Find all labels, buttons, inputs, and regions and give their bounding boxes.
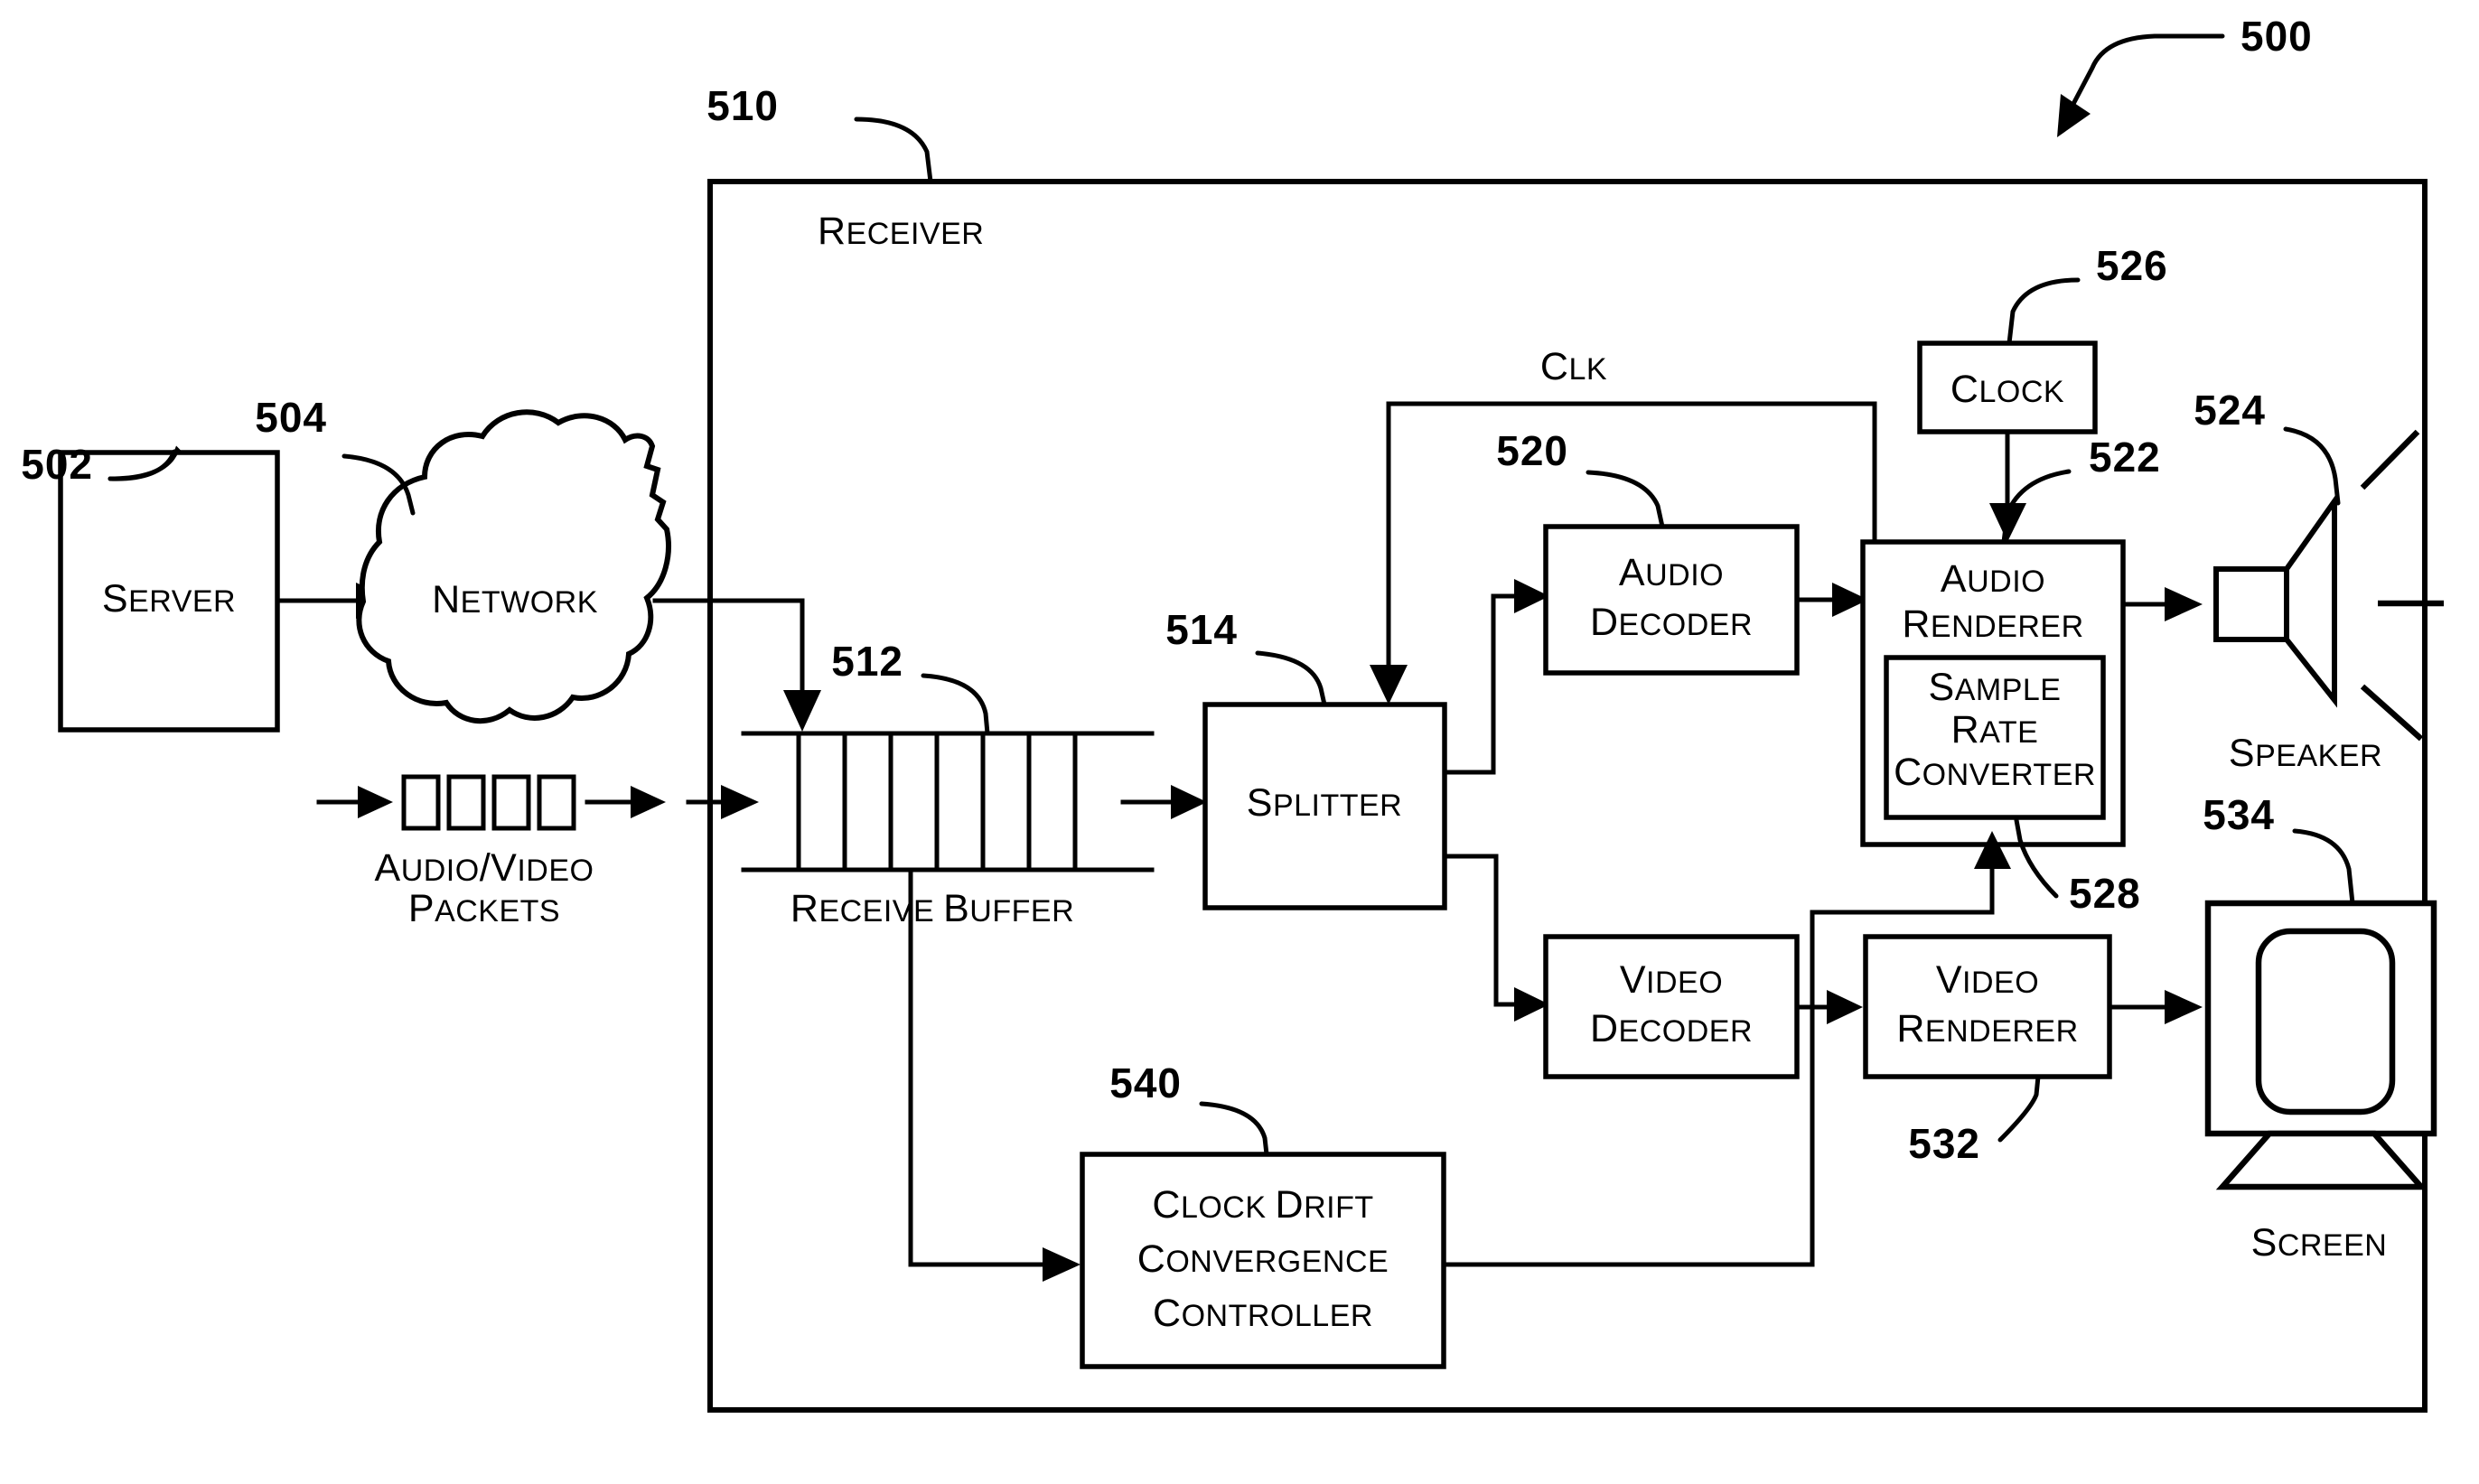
server-label: SERVER: [102, 577, 236, 621]
ref-label-528: 528: [2069, 870, 2141, 917]
clock-drift-line1: CLOCK DRIFT: [1152, 1183, 1373, 1227]
video-decoder-line2: DECODER: [1590, 1007, 1753, 1050]
ref-label-524: 524: [2194, 387, 2266, 434]
video-decoder-block: VIDEO DECODER: [1543, 934, 1800, 1079]
ref-label-502: 502: [21, 441, 93, 488]
src-line1: SAMPLE: [1929, 666, 2062, 709]
clock-block: CLOCK 526: [1917, 242, 2168, 542]
video-decoder-line1: VIDEO: [1620, 958, 1723, 1002]
src-line2: RATE: [1951, 708, 2039, 751]
speaker-wave-top: [2360, 429, 2420, 490]
ref-label-526: 526: [2096, 242, 2168, 289]
network-label: NETWORK: [432, 578, 598, 621]
path-buffer-to-clock-drift: [908, 872, 1080, 1282]
receive-buffer-label: RECEIVE BUFFER: [790, 887, 1074, 930]
src-line3: CONVERTER: [1894, 751, 2096, 794]
clock-label: CLOCK: [1950, 368, 2064, 411]
arrow-audio-decoder-to-renderer: [1794, 583, 1868, 617]
audio-decoder-box: [1543, 524, 1800, 676]
speaker-body: [2213, 566, 2289, 642]
audio-renderer-line1: AUDIO: [1941, 557, 2045, 601]
clock-drift-controller-block: CLOCK DRIFT CONVERGENCE CONTROLLER 540: [1080, 1059, 1446, 1369]
packet-2: [446, 774, 486, 831]
audio-decoder-block: AUDIO DECODER 520: [1496, 427, 1800, 676]
clock-drift-line2: CONVERGENCE: [1137, 1237, 1389, 1281]
video-renderer-block: VIDEO RENDERER 532: [1863, 934, 2112, 1167]
ref-label-540: 540: [1109, 1059, 1182, 1106]
audio-decoder-line2: DECODER: [1590, 601, 1753, 644]
packets-label-line1: AUDIO/VIDEO: [375, 846, 594, 890]
patent-figure: 500 RECEIVER 510 SERVER 502 NETWORK 504: [0, 0, 2479, 1484]
path-network-to-buffer: [652, 598, 821, 732]
arrow-audio-renderer-to-speaker: [2123, 587, 2203, 621]
arrow-buffer-to-splitter: [1120, 785, 1207, 819]
splitter-label: SPLITTER: [1247, 781, 1403, 825]
clk-label: CLK: [1540, 345, 1607, 388]
ref-label-522: 522: [2089, 434, 2161, 481]
server-block: SERVER 502: [21, 441, 280, 733]
path-splitter-to-video-decoder: [1442, 854, 1549, 1022]
arrow-video-renderer-to-screen: [2109, 990, 2203, 1024]
arrow-video-decoder-to-renderer: [1794, 990, 1863, 1024]
network-cloud: NETWORK 504: [255, 394, 671, 724]
video-decoder-box: [1543, 934, 1800, 1079]
ref-label-510: 510: [706, 82, 779, 129]
speaker-wave-bottom: [2360, 684, 2424, 742]
monitor-display: [2255, 928, 2396, 1115]
screen-label: SCREEN: [2251, 1221, 2388, 1265]
ref-label-500: 500: [2240, 13, 2313, 60]
block-diagram-canvas: 500 RECEIVER 510 SERVER 502 NETWORK 504: [21, 13, 2444, 1413]
ref-label-520: 520: [1496, 427, 1568, 474]
ref-label-532: 532: [1908, 1120, 1980, 1167]
packet-1: [401, 774, 441, 831]
screen-icon: 534 SCREEN: [2203, 791, 2437, 1265]
video-renderer-line2: RENDERER: [1896, 1007, 2078, 1050]
ref-label-514: 514: [1165, 606, 1238, 653]
figure-ref-500: 500: [2057, 13, 2313, 137]
audio-decoder-line1: AUDIO: [1619, 551, 1724, 594]
audio-video-packets: AUDIO/VIDEO PACKETS: [316, 774, 666, 930]
speaker-cone: [2284, 492, 2337, 708]
ref-label-534: 534: [2203, 791, 2275, 838]
clock-drift-line3: CONTROLLER: [1153, 1292, 1373, 1335]
network-cloud-shape: [356, 409, 671, 724]
audio-renderer-line2: RENDERER: [1902, 602, 2083, 646]
video-renderer-line1: VIDEO: [1936, 958, 2039, 1002]
ref-label-504: 504: [255, 394, 327, 441]
packets-label-line2: PACKETS: [408, 887, 560, 930]
monitor-stand: [2215, 1130, 2428, 1190]
ref-label-512: 512: [831, 638, 903, 685]
receiver-label: RECEIVER: [818, 210, 984, 253]
packet-4: [537, 774, 576, 831]
splitter-block: SPLITTER 514: [1165, 606, 1447, 910]
path-splitter-to-audio-decoder: [1442, 579, 1549, 775]
speaker-icon: 524 SPEAKER: [2194, 387, 2444, 775]
speaker-label: SPEAKER: [2229, 732, 2382, 775]
packet-3: [491, 774, 531, 831]
receive-buffer: 512 RECEIVE BUFFER: [686, 638, 1155, 930]
audio-renderer-block: AUDIO RENDERER 522 SAMPLE RATE CONVERTER…: [1860, 434, 2161, 917]
